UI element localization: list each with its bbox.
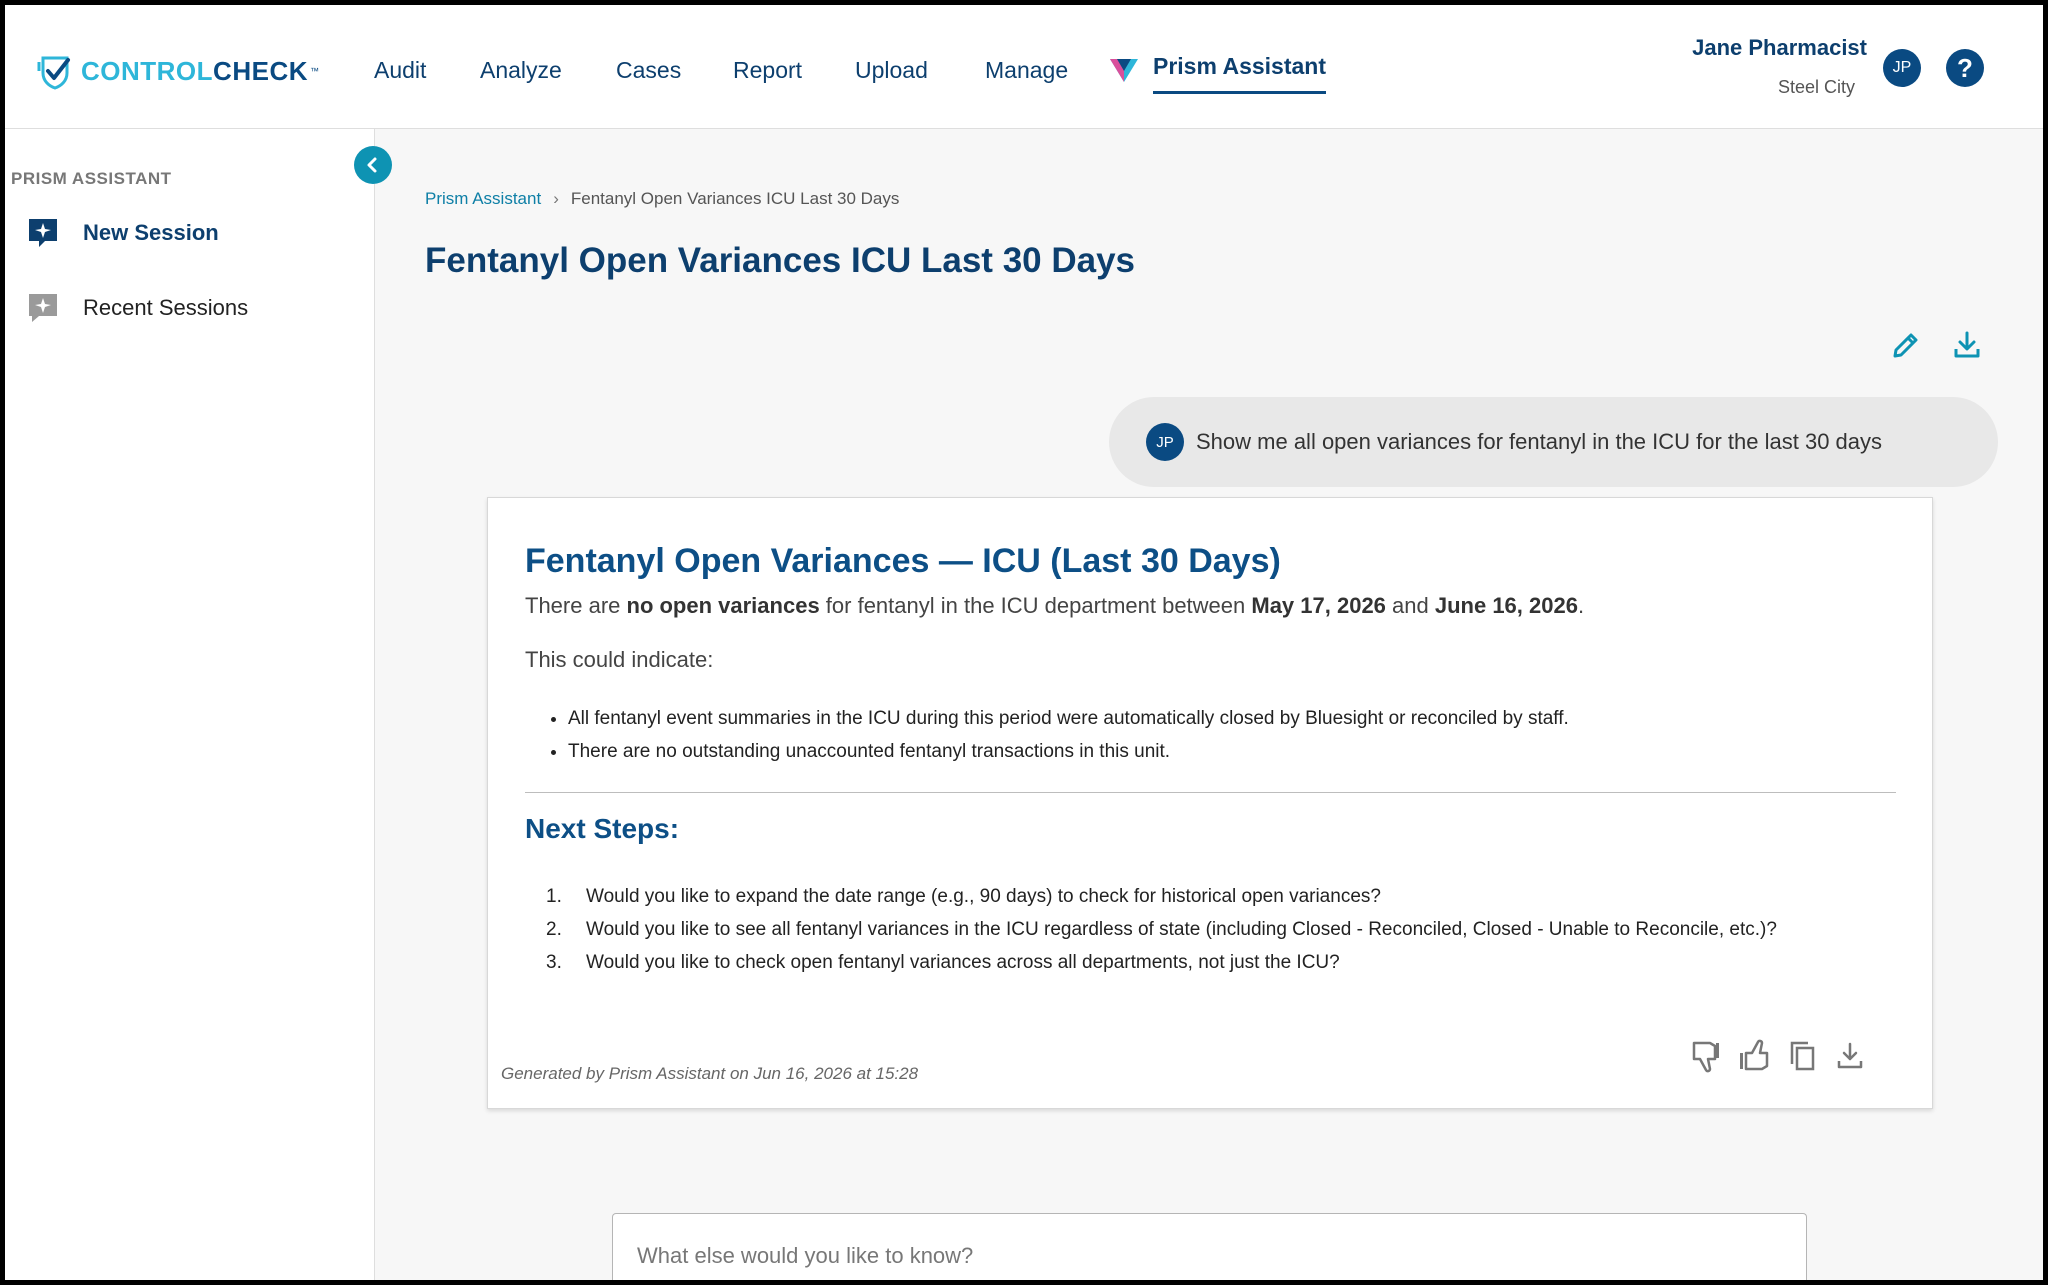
download-icon [1954, 331, 1980, 358]
thumbs-down-icon [1692, 1041, 1719, 1073]
response-title: Fentanyl Open Variances — ICU (Last 30 D… [525, 542, 1281, 580]
response-indicate-label: This could indicate: [525, 647, 714, 672]
breadcrumb-link-prism-assistant[interactable]: Prism Assistant [425, 189, 541, 209]
sparkle-chat-icon [29, 219, 57, 247]
edit-title-button[interactable] [1886, 325, 1926, 365]
summary-text: There are [525, 593, 627, 618]
nav-analyze[interactable]: Analyze [480, 55, 562, 85]
user-avatar[interactable]: JP [1883, 49, 1921, 87]
shield-check-icon [37, 56, 70, 90]
app-window: CONTROLCHECK ™ Audit Analyze Cases Report… [5, 5, 2043, 1280]
next-step-item[interactable]: 2. Would you like to see all fentanyl var… [546, 913, 1888, 946]
breadcrumb: Prism Assistant › Fentanyl Open Variance… [425, 189, 899, 209]
summary-text: . [1577, 593, 1585, 618]
list-item: There are no outstanding unaccounted fen… [568, 735, 1569, 768]
download-session-button[interactable] [1947, 325, 1987, 365]
user-organization: Steel City [1777, 77, 1855, 97]
collapse-sidebar-button[interactable] [354, 146, 392, 184]
next-steps-list: 1. Would you like to expand the date rang… [546, 880, 1888, 979]
logo-text: CONTROLCHECK [81, 56, 308, 87]
breadcrumb-separator: › [553, 189, 559, 208]
summary-end-date: June 16, 2026 [1434, 593, 1578, 618]
copy-button[interactable] [1782, 1036, 1822, 1076]
sidebar: PRISM ASSISTANT New Session Recent Sessi… [5, 129, 375, 1280]
sidebar-item-label: Recent Sessions [83, 295, 249, 320]
sidebar-item-label: New Session [83, 220, 219, 245]
help-icon[interactable]: ? [1946, 49, 1984, 87]
step-number: 1. [546, 886, 562, 907]
response-bullet-list: All fentanyl event summaries in the ICU … [568, 702, 1569, 768]
sidebar-item-new-session[interactable]: New Session [27, 215, 219, 251]
summary-bold: no open variances [626, 593, 820, 618]
breadcrumb-current: Fentanyl Open Variances ICU Last 30 Days [570, 189, 900, 208]
thumbs-up-button[interactable] [1734, 1036, 1774, 1076]
response-timestamp: Generated by Prism Assistant on Jun 16, … [501, 1064, 919, 1083]
next-step-item[interactable]: 3. Would you like to check open fentanyl … [546, 946, 1888, 979]
assistant-response-card: Fentanyl Open Variances — ICU (Last 30 D… [487, 497, 1933, 1109]
sidebar-heading: PRISM ASSISTANT [11, 169, 172, 188]
chevron-left-icon [367, 157, 377, 173]
list-item: All fentanyl event summaries in the ICU … [568, 702, 1569, 735]
user-name: Jane Pharmacist [1692, 35, 1867, 60]
pencil-icon [1893, 333, 1918, 358]
nav-prism-label: Prism Assistant [1153, 51, 1326, 94]
chat-input[interactable] [612, 1213, 1807, 1280]
nav-upload[interactable]: Upload [855, 55, 928, 85]
step-number: 2. [546, 919, 562, 940]
step-text: Would you like to check open fentanyl va… [586, 952, 1340, 973]
user-message-text: Show me all open variances for fentanyl … [1196, 429, 1883, 454]
thumbs-up-icon [1740, 1039, 1769, 1071]
message-avatar: JP [1146, 423, 1184, 461]
top-navbar: CONTROLCHECK ™ Audit Analyze Cases Report… [5, 5, 2043, 129]
logo-trademark: ™ [310, 66, 319, 76]
download-icon [1837, 1042, 1863, 1069]
logo-check-text: CHECK [213, 55, 308, 86]
prism-icon [1110, 59, 1138, 82]
summary-text: for fentanyl in the ICU department betwe… [819, 593, 1252, 618]
user-message-bubble: JP Show me all open variances for fentan… [1109, 397, 1998, 487]
next-steps-heading: Next Steps: [525, 813, 680, 844]
logo-control-text: CONTROL [81, 55, 214, 86]
summary-text: and [1385, 593, 1435, 618]
sparkle-chat-icon [29, 294, 57, 322]
response-summary: There are no open variances for fentanyl… [525, 593, 1584, 619]
nav-manage[interactable]: Manage [985, 55, 1068, 85]
nav-prism-assistant[interactable]: Prism Assistant [1109, 51, 1326, 101]
copy-icon [1790, 1041, 1815, 1071]
step-number: 3. [546, 952, 562, 973]
summary-start-date: May 17, 2026 [1251, 593, 1386, 618]
page-title: Fentanyl Open Variances ICU Last 30 Days [425, 241, 1136, 280]
nav-report[interactable]: Report [733, 55, 802, 85]
step-text: Would you like to see all fentanyl varia… [586, 919, 1777, 940]
sidebar-item-recent-sessions[interactable]: Recent Sessions [27, 290, 248, 326]
thumbs-down-button[interactable] [1686, 1036, 1726, 1076]
download-response-button[interactable] [1830, 1036, 1870, 1076]
controlcheck-logo[interactable]: CONTROLCHECK ™ [35, 51, 319, 91]
step-text: Would you like to expand the date range … [586, 886, 1381, 907]
nav-cases[interactable]: Cases [616, 55, 681, 85]
nav-audit[interactable]: Audit [374, 55, 426, 85]
next-step-item[interactable]: 1. Would you like to expand the date rang… [546, 880, 1888, 913]
divider [525, 792, 1896, 793]
